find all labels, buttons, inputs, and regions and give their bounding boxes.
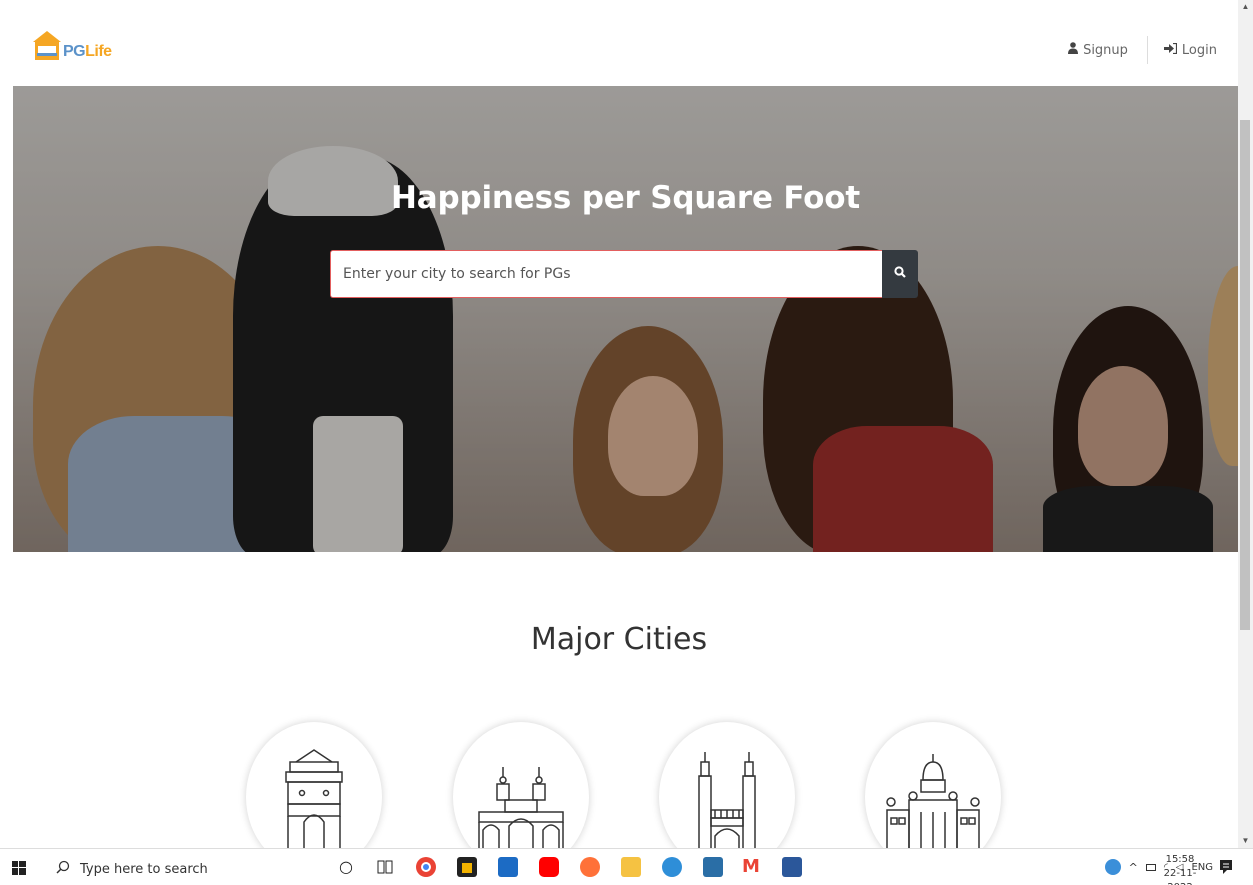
scrollbar-thumb[interactable] (1240, 120, 1250, 630)
search-button[interactable] (882, 250, 918, 298)
nav-divider (1146, 36, 1148, 64)
scroll-up-arrow-icon[interactable]: ▲ (1241, 2, 1250, 11)
cortana-icon[interactable]: ○ (336, 857, 356, 877)
login-label: Login (1181, 42, 1217, 58)
vm-app-icon[interactable] (703, 857, 723, 877)
city-search-input[interactable] (330, 250, 882, 298)
hero-banner: Happiness per Square Foot (13, 86, 1238, 552)
major-cities-title: Major Cities (530, 622, 708, 657)
clock-time: 15:58 (1165, 854, 1195, 865)
taskbar-clock[interactable]: 15:58 22-11-2022 (1153, 853, 1207, 885)
taskbar-search[interactable]: Type here to search (56, 860, 208, 878)
signup-label: Signup (1083, 42, 1128, 58)
edge-icon[interactable] (662, 857, 682, 877)
brand-name: PGLife (63, 43, 112, 61)
hero-title: Happiness per Square Foot (391, 180, 860, 216)
signup-link[interactable]: Signup (1068, 42, 1128, 58)
brand-pg: PG (63, 43, 86, 60)
help-icon[interactable] (1104, 859, 1121, 875)
hero-overlay (13, 86, 1238, 552)
clock-date: 22-11-2022 (1163, 868, 1197, 885)
search-icon (56, 860, 70, 878)
word-icon[interactable] (782, 857, 802, 877)
youtube-icon[interactable] (539, 857, 559, 877)
chrome-icon[interactable] (416, 857, 436, 877)
gmail-icon[interactable]: M (741, 857, 761, 877)
dev-cpp-icon[interactable] (498, 857, 518, 877)
taskbar-search-text: Type here to search (80, 861, 208, 877)
chevron-up-icon[interactable]: ^ (1129, 861, 1138, 874)
city-search-form (330, 250, 918, 298)
scroll-down-arrow-icon[interactable]: ▼ (1241, 836, 1250, 845)
brand-life: Life (85, 43, 112, 60)
notification-icon[interactable] (1219, 859, 1233, 879)
nav-links: Signup Login (1068, 36, 1217, 64)
sign-in-icon (1163, 42, 1178, 58)
windows-taskbar: Type here to search ○ M ^ ◜ ◁ ENG 15:58 … (0, 848, 1253, 885)
user-icon (1068, 42, 1079, 58)
login-link[interactable]: Login (1163, 42, 1217, 58)
file-explorer-icon[interactable] (621, 857, 641, 877)
search-icon (894, 265, 906, 283)
navbar: PGLife Signup Login (0, 0, 1238, 86)
firefox-icon[interactable] (580, 857, 600, 877)
store-icon[interactable] (457, 857, 477, 877)
task-view-icon[interactable] (375, 857, 395, 877)
logo[interactable]: PGLife (32, 28, 112, 62)
house-logo-icon (32, 28, 62, 62)
windows-start-icon[interactable] (12, 860, 26, 879)
